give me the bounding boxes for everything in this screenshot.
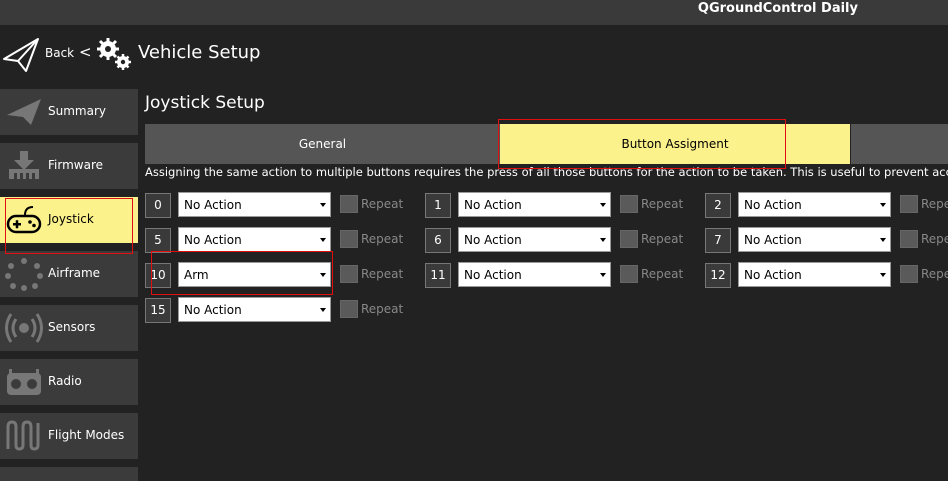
repeat-checkbox[interactable]	[340, 230, 358, 248]
action-value: No Action	[464, 233, 522, 247]
radio-icon	[7, 369, 41, 395]
sidebar-item-firmware[interactable]: Firmware	[0, 143, 138, 189]
chevron-down-icon	[600, 273, 606, 277]
repeat-label: Repeat	[641, 232, 684, 246]
firmware-download-icon	[9, 151, 39, 179]
repeat-label: Repeat	[641, 197, 684, 211]
action-dropdown[interactable]: No Action	[738, 262, 891, 287]
repeat-label: Repeat	[361, 197, 404, 211]
chevron-down-icon	[320, 308, 326, 312]
sidebar-item-label: Radio	[48, 374, 82, 388]
button-number: 11	[425, 263, 451, 288]
repeat-checkbox[interactable]	[340, 265, 358, 283]
title-bar: QGroundControl Daily	[0, 0, 948, 25]
window-title: QGroundControl Daily	[697, 1, 858, 16]
chevron-down-icon	[320, 203, 326, 207]
action-dropdown[interactable]: No Action	[178, 192, 331, 217]
action-dropdown[interactable]: No Action	[458, 192, 611, 217]
button-number: 5	[145, 228, 171, 253]
action-value: No Action	[464, 268, 522, 282]
repeat-checkbox[interactable]	[900, 265, 918, 283]
button-number: 6	[425, 228, 451, 253]
repeat-label: Repeat	[921, 197, 948, 211]
chevron-down-icon	[320, 238, 326, 242]
sensors-icon	[5, 313, 43, 343]
action-value: No Action	[184, 303, 242, 317]
button-number: 12	[705, 263, 731, 288]
action-value: No Action	[184, 233, 242, 247]
repeat-label: Repeat	[921, 232, 948, 246]
repeat-checkbox[interactable]	[620, 230, 638, 248]
airframe-icon	[5, 258, 43, 291]
highlight-button-assignment-tab	[498, 119, 786, 169]
sidebar-item-sensors[interactable]: Sensors	[0, 305, 138, 351]
sidebar-item-label: Sensors	[48, 320, 96, 334]
button-number: 7	[705, 228, 731, 253]
back-button[interactable]: Back	[45, 46, 74, 60]
repeat-label: Repeat	[641, 267, 684, 281]
repeat-checkbox[interactable]	[340, 195, 358, 213]
action-value: No Action	[744, 198, 802, 212]
repeat-label: Repeat	[921, 267, 948, 281]
chevron-down-icon	[600, 238, 606, 242]
button-number: 1	[425, 193, 451, 218]
repeat-label: Repeat	[361, 232, 404, 246]
action-dropdown[interactable]: No Action	[178, 297, 331, 322]
sidebar-item-radio[interactable]: Radio	[0, 359, 138, 405]
highlight-button-10-row	[151, 251, 333, 295]
action-value: No Action	[184, 198, 242, 212]
sidebar-item-label: Airframe	[48, 266, 101, 280]
sidebar-item-airframe[interactable]: Airframe	[0, 251, 138, 297]
repeat-checkbox[interactable]	[900, 195, 918, 213]
repeat-checkbox[interactable]	[340, 300, 358, 318]
sidebar-item-next[interactable]	[0, 467, 138, 481]
action-dropdown[interactable]: No Action	[738, 192, 891, 217]
button-number: 2	[705, 193, 731, 218]
repeat-label: Repeat	[361, 302, 404, 316]
action-value: No Action	[464, 198, 522, 212]
action-dropdown[interactable]: No Action	[738, 227, 891, 252]
gears-icon	[97, 38, 131, 70]
button-number: 15	[145, 298, 171, 323]
action-dropdown[interactable]: No Action	[458, 262, 611, 287]
chevron-down-icon	[600, 203, 606, 207]
repeat-checkbox[interactable]	[620, 195, 638, 213]
chevron-down-icon	[880, 203, 886, 207]
repeat-label: Repeat	[361, 267, 404, 281]
chevron-down-icon	[880, 238, 886, 242]
flight-modes-icon	[6, 420, 40, 451]
sidebar-item-label: Flight Modes	[48, 428, 125, 442]
action-value: No Action	[744, 268, 802, 282]
breadcrumb-separator: <	[79, 43, 92, 61]
chevron-down-icon	[880, 273, 886, 277]
highlight-joystick-item	[5, 198, 133, 254]
page-title: Vehicle Setup	[138, 42, 261, 63]
sidebar-item-label: Summary	[48, 104, 106, 118]
action-value: No Action	[744, 233, 802, 247]
tab-general[interactable]: General	[145, 124, 500, 164]
action-dropdown[interactable]: No Action	[458, 227, 611, 252]
action-dropdown[interactable]: No Action	[178, 227, 331, 252]
section-title: Joystick Setup	[145, 93, 265, 113]
paper-plane-icon	[7, 99, 41, 125]
repeat-checkbox[interactable]	[620, 265, 638, 283]
sidebar-item-label: Firmware	[48, 158, 103, 172]
paper-plane-icon[interactable]	[2, 37, 40, 73]
repeat-checkbox[interactable]	[900, 230, 918, 248]
button-number: 0	[145, 193, 171, 218]
tab-overflow[interactable]	[851, 124, 948, 164]
sidebar-item-summary[interactable]: Summary	[0, 89, 138, 135]
sidebar-item-flight-modes[interactable]: Flight Modes	[0, 413, 138, 459]
